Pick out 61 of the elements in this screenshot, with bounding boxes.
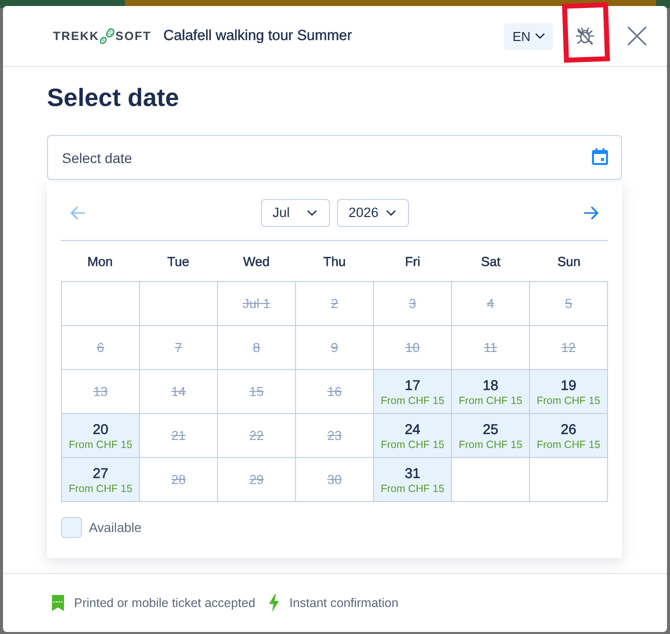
calendar-day[interactable]: 20 From CHF 15 — [62, 414, 140, 458]
close-button[interactable] — [627, 26, 647, 46]
calendar-day: Jul 1 — [218, 282, 296, 326]
weekday-label: Wed — [242, 254, 271, 268]
legend-label: Available — [89, 520, 142, 535]
calendar-day: 30 — [296, 458, 374, 502]
calendar-day: 22 — [218, 414, 296, 458]
language-dropdown[interactable]: EN — [504, 22, 553, 50]
calendar-day: 6 — [62, 326, 140, 370]
weekday-label: Mon — [86, 254, 114, 268]
calendar-day: 4 — [452, 282, 530, 326]
bug-icon — [575, 26, 595, 46]
calendar-day[interactable]: 19 From CHF 15 — [530, 370, 608, 414]
calendar-day: 5 — [530, 282, 608, 326]
calendar-day: 11 — [452, 326, 530, 370]
weekday-label: Sat — [480, 254, 502, 268]
calendar-day: 2 — [296, 282, 374, 326]
weekday-label: Tue — [166, 254, 190, 268]
year-dropdown[interactable]: 2026 — [336, 198, 408, 226]
calendar-day[interactable]: 26 From CHF 15 — [530, 414, 608, 458]
lightning-icon — [269, 594, 280, 612]
calendar-day[interactable]: 25 From CHF 15 — [452, 414, 530, 458]
logo-text: SOFT — [115, 29, 152, 43]
calendar-day[interactable]: 24 From CHF 15 — [374, 414, 452, 458]
calendar-day: 12 — [530, 326, 608, 370]
date-field[interactable]: Select date — [47, 135, 622, 180]
ticket-icon — [52, 595, 64, 611]
calendar-day: 16 — [296, 370, 374, 414]
calendar-day: 9 — [296, 326, 374, 370]
caret-icon — [386, 210, 396, 216]
caret-icon — [534, 33, 545, 39]
calendar-day[interactable]: 27 From CHF 15 — [62, 458, 140, 502]
feature-text: Instant confirmation — [289, 596, 398, 610]
month-dropdown[interactable]: Jul — [260, 198, 330, 226]
calendar-day[interactable]: 17 From CHF 15 — [374, 370, 452, 414]
tour-title: Calafell walking tour Summer — [163, 28, 352, 44]
swatch-icon — [61, 517, 82, 538]
calendar-day: 3 — [374, 282, 452, 326]
page-heading: Select date — [47, 83, 180, 114]
close-icon — [627, 26, 647, 46]
weekday-label: Thu — [322, 254, 347, 268]
calendar-day: 14 — [140, 370, 218, 414]
calendar-day: 13 — [62, 370, 140, 414]
calendar-day: 21 — [140, 414, 218, 458]
calendar-day[interactable]: 31 From CHF 15 — [374, 458, 452, 502]
calendar-day: 28 — [140, 458, 218, 502]
calendar-day: 8 — [218, 326, 296, 370]
calendar-day: 23 — [296, 414, 374, 458]
logo-text: TREKK — [53, 29, 100, 43]
weekday-label: Sun — [556, 254, 582, 268]
arrow-right-icon — [583, 206, 599, 220]
calendar-icon[interactable] — [592, 148, 608, 165]
calendar-day: 29 — [218, 458, 296, 502]
calendar-day: 7 — [140, 326, 218, 370]
calendar-day[interactable]: 18 From CHF 15 — [452, 370, 530, 414]
calendar-day: 10 — [374, 326, 452, 370]
feature-text: Printed or mobile ticket accepted — [74, 596, 256, 610]
arrow-left-icon — [70, 206, 86, 220]
calendar-day: 15 — [218, 370, 296, 414]
caret-icon — [306, 210, 316, 216]
weekday-label: Fri — [404, 254, 422, 268]
